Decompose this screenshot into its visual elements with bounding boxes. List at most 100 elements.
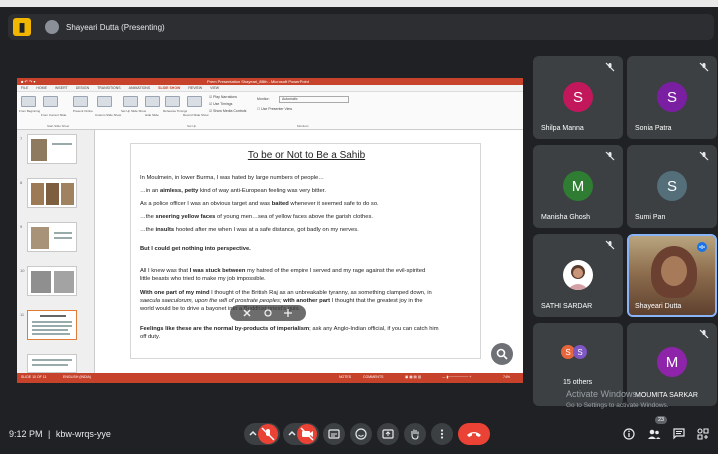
- setup-show-icon[interactable]: [123, 96, 138, 107]
- comments-button[interactable]: COMMENTS: [363, 375, 383, 379]
- info-icon: [623, 428, 635, 440]
- person-face: [661, 256, 687, 286]
- meeting-details-button[interactable]: [621, 426, 637, 442]
- share-controls-pill[interactable]: [230, 305, 306, 321]
- participant-name: Sonia Patra: [635, 125, 672, 132]
- participant-tile[interactable]: M MOUMITA SARKAR: [627, 323, 717, 406]
- ppt-menu-slideshow[interactable]: SLIDE SHOW: [158, 86, 180, 90]
- media-controls-label: Show Media Controls: [213, 109, 247, 113]
- slide-line: Feelings like these are the normal by-pr…: [140, 326, 439, 332]
- ppt-menu-design[interactable]: DESIGN: [76, 86, 89, 90]
- slide-line: off duty.: [140, 334, 161, 340]
- camera-control[interactable]: [283, 423, 319, 445]
- participant-count-badge: 23: [655, 416, 667, 424]
- participant-name: Sumi Pan: [635, 214, 666, 221]
- presenter-view-check[interactable]: ☐ Use Presenter View: [257, 107, 292, 111]
- raise-hand-button[interactable]: [404, 423, 426, 445]
- participant-tile[interactable]: S Sumi Pan: [627, 145, 717, 228]
- custom-show-icon[interactable]: [97, 96, 112, 107]
- meeting-info: 9:12 PM | kbw-wrqs-yye: [9, 429, 111, 439]
- slide-thumbnail[interactable]: [27, 266, 77, 296]
- thumb-line: [52, 143, 72, 145]
- thumb-image: [31, 227, 49, 249]
- camera-control-icons: [288, 424, 317, 444]
- zoom-slider[interactable]: — ▮──────── +: [442, 375, 471, 379]
- participant-name: MOUMITA SARKAR: [635, 392, 698, 399]
- mic-control-icons: [249, 424, 278, 444]
- play-narrations-check[interactable]: ☑ Play Narrations: [209, 95, 237, 99]
- present-online-icon[interactable]: [73, 96, 88, 107]
- participant-tile[interactable]: M Manisha Ghosh: [533, 145, 623, 228]
- thumb-number: 11: [20, 312, 25, 317]
- reactions-button[interactable]: [350, 423, 372, 445]
- avatar: S: [657, 82, 687, 112]
- ppt-menu-view[interactable]: VIEW: [210, 86, 219, 90]
- ppt-menu-insert[interactable]: INSERT: [55, 86, 68, 90]
- presenter-label: Shayeari Dutta (Presenting): [66, 22, 165, 32]
- record-icon[interactable]: [187, 96, 202, 107]
- presenter-view-label: Use Presenter View: [261, 107, 292, 111]
- ppt-menu-file[interactable]: FILE: [21, 86, 28, 90]
- slide-thumbnail[interactable]: [27, 354, 77, 373]
- captions-button[interactable]: [323, 423, 345, 445]
- participant-tile-active[interactable]: Shayeari Dutta: [627, 234, 717, 317]
- ppt-menubar: FILE HOME INSERT DESIGN TRANSITIONS ANIM…: [17, 85, 523, 92]
- ppt-statusbar: SLIDE 10 OF 11 ENGLISH (INDIA) NOTES COM…: [17, 373, 523, 383]
- ppt-menu-transitions[interactable]: TRANSITIONS: [97, 86, 121, 90]
- others-count: 15 others: [563, 379, 593, 386]
- slide-thumbnail[interactable]: [27, 178, 77, 208]
- from-current-icon[interactable]: [43, 96, 58, 107]
- thumb-line: [54, 232, 72, 234]
- from-beginning-label: From Beginning: [19, 109, 41, 113]
- thumb-line: [32, 333, 70, 335]
- slide-thumbnail-selected[interactable]: [27, 310, 77, 340]
- meeting-time: 9:12 PM: [9, 429, 43, 439]
- slide-thumbnail[interactable]: [27, 134, 77, 164]
- more-options-button[interactable]: [431, 423, 453, 445]
- activities-icon: [697, 428, 709, 440]
- ppt-menu-review[interactable]: REVIEW: [188, 86, 202, 90]
- thumb-number: 8: [20, 180, 23, 185]
- from-beginning-icon[interactable]: [21, 96, 36, 107]
- rehearse-icon[interactable]: [165, 96, 180, 107]
- people-button[interactable]: [646, 426, 662, 442]
- hide-slide-icon[interactable]: [145, 96, 160, 107]
- use-timings-label: Use Timings: [213, 102, 233, 106]
- thumb-image: [31, 271, 51, 293]
- participant-tile[interactable]: SATHI SARDAR: [533, 234, 623, 317]
- shared-screen: ■ ↶ ↷ ▾ Prem Presentation Shayeari_8Bth …: [17, 78, 523, 383]
- media-controls-check[interactable]: ☑ Show Media Controls: [209, 109, 246, 113]
- slide-line: As a police officer I was an obvious tar…: [140, 201, 379, 207]
- ppt-menu-animations[interactable]: ANIMATIONS: [129, 86, 151, 90]
- avatar-photo: [563, 260, 593, 290]
- group-monitors: Monitors: [297, 124, 309, 128]
- language-status: ENGLISH (INDIA): [63, 375, 92, 379]
- group-start: Start Slide Show: [47, 124, 70, 128]
- hang-up-icon: [467, 432, 481, 437]
- slide-canvas[interactable]: To be or Not to Be a Sahib In Moulmein, …: [130, 143, 481, 359]
- mic-control[interactable]: [244, 423, 280, 445]
- thumb-image: [54, 271, 74, 293]
- activities-button[interactable]: [695, 426, 711, 442]
- chat-button[interactable]: [671, 426, 687, 442]
- slide-line: world would be to drive a bayonet into a…: [140, 306, 301, 312]
- leave-call-button[interactable]: [458, 423, 490, 445]
- view-buttons[interactable]: ▣ ▦ ▤ ▥: [405, 375, 421, 379]
- monitor-select[interactable]: Automatic: [279, 96, 349, 103]
- slide-thumbnail[interactable]: [27, 222, 77, 252]
- notes-button[interactable]: NOTES: [339, 375, 351, 379]
- slide-line: But I could get nothing into perspective…: [140, 246, 251, 252]
- more-vert-icon: [440, 429, 444, 439]
- participant-tile[interactable]: S Sonia Patra: [627, 56, 717, 139]
- participant-tile[interactable]: S Shilpa Manna: [533, 56, 623, 139]
- zoom-icon[interactable]: [491, 343, 513, 365]
- play-narrations-label: Play Narrations: [213, 95, 238, 99]
- mic-off-icon: [605, 240, 615, 250]
- present-button[interactable]: [377, 423, 399, 445]
- ppt-menu-home[interactable]: HOME: [36, 86, 47, 90]
- avatar: S: [573, 345, 587, 359]
- thumb-image: [31, 183, 44, 205]
- use-timings-check[interactable]: ☑ Use Timings: [209, 102, 232, 106]
- activate-windows-hint: Go to Settings to activate Windows.: [566, 402, 669, 409]
- presentation-icon: ▮: [13, 18, 31, 36]
